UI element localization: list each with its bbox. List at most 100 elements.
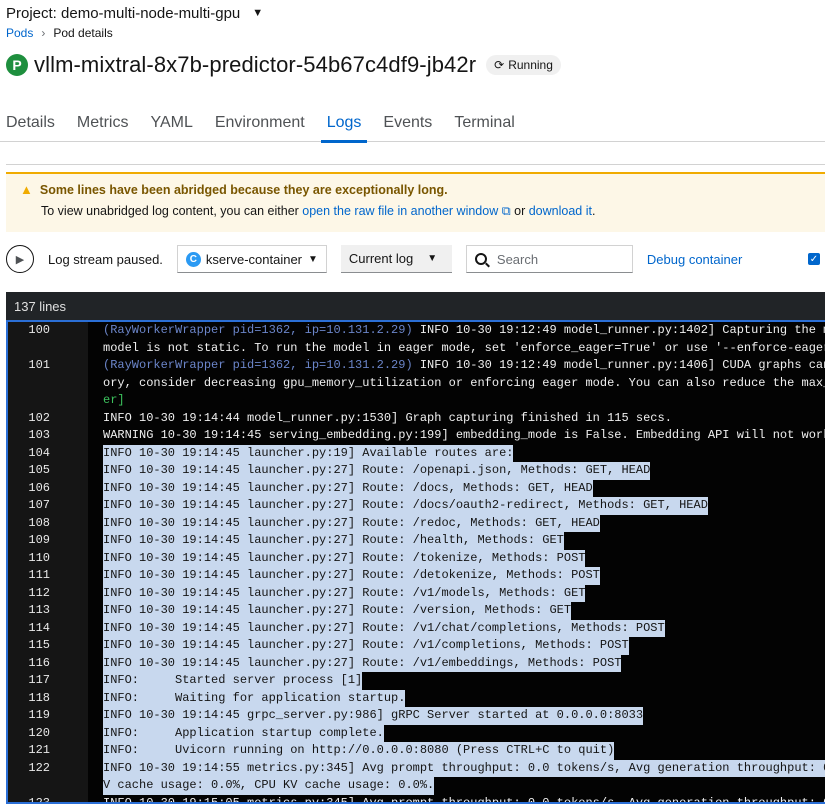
- log-type-select[interactable]: Current log ▼: [340, 245, 452, 273]
- log-text: model is not static. To run the model in…: [103, 340, 825, 355]
- line-number: 121: [28, 743, 50, 757]
- log-text: INFO 10-30 19:14:45 launcher.py:27] Rout…: [103, 567, 600, 585]
- alert-title-text: Some lines have been abridged because th…: [39, 182, 448, 197]
- caret-down-icon: ▼: [252, 7, 264, 19]
- log-message: INFO 10-30 19:14:45 launcher.py:27] Rout…: [103, 655, 622, 670]
- log-message: INFO 10-30 19:14:45 launcher.py:19] Avai…: [103, 445, 514, 460]
- log-line: 115 INFO 10-30 19:14:45 launcher.py:27] R…: [8, 637, 825, 655]
- log-viewer[interactable]: 100 (RayWorkerWrapper pid=1362, ip=10.131…: [6, 320, 825, 804]
- log-text: INFO 10-30 19:14:45 launcher.py:27] Rout…: [103, 584, 586, 602]
- log-toolbar: ▶ Log stream paused. C kserve-container …: [6, 244, 825, 274]
- line-number: 103: [28, 428, 50, 442]
- log-message: INFO 10-30 19:14:45 launcher.py:27] Rout…: [103, 603, 572, 617]
- abridged-warning-alert: ▲ Some lines have been abridged because …: [6, 172, 825, 232]
- wrap-lines-checkbox[interactable]: ✓: [808, 253, 820, 265]
- log-line: 110 INFO 10-30 19:14:45 launcher.py:27] R…: [8, 549, 825, 567]
- log-message: INFO 10-30 19:12:49 model_runner.py:1402…: [412, 323, 825, 337]
- tab-yaml[interactable]: YAML: [144, 104, 198, 142]
- line-number-blank: [8, 777, 88, 795]
- external-link-icon: ⧉: [498, 204, 511, 218]
- play-icon[interactable]: ▶: [6, 245, 34, 273]
- alert-body-suffix: .: [591, 204, 596, 218]
- log-text: INFO: Waiting for application startup.: [103, 689, 406, 707]
- log-line: 117 INFO: Started server process [1]: [8, 672, 825, 690]
- alert-title: ▲ Some lines have been abridged because …: [20, 182, 448, 197]
- tab-metrics[interactable]: Metrics: [71, 104, 135, 142]
- log-message: INFO 10-30 19:14:45 launcher.py:27] Rout…: [103, 620, 665, 635]
- log-message: INFO 10-30 19:14:45 launcher.py:27] Rout…: [103, 480, 593, 495]
- breadcrumb-pods-link[interactable]: Pods: [6, 26, 33, 40]
- log-line: 102 INFO 10-30 19:14:44 model_runner.py:1…: [8, 410, 825, 428]
- log-line: 116 INFO 10-30 19:14:45 launcher.py:27] R…: [8, 654, 825, 672]
- log-text: INFO 10-30 19:15:05 metrics.py:345] Avg …: [88, 795, 825, 804]
- line-number: 120: [28, 725, 50, 740]
- page-title-row: P vllm-mixtral-8x7b-predictor-54b67c4df9…: [6, 52, 561, 78]
- tab-environment[interactable]: Environment: [209, 104, 311, 142]
- log-message: INFO 10-30 19:14:55 metrics.py:345] Avg …: [103, 760, 825, 775]
- line-number: 102: [28, 410, 50, 425]
- tab-terminal[interactable]: Terminal: [448, 104, 520, 142]
- ray-worker-prefix: (RayWorkerWrapper pid=1362, ip=10.131.2.…: [103, 323, 413, 337]
- alert-body-mid: or: [510, 204, 529, 218]
- stream-status: Log stream paused.: [48, 251, 163, 267]
- line-number: 108: [28, 515, 50, 530]
- log-line: 111 INFO 10-30 19:14:45 launcher.py:27] R…: [8, 567, 825, 585]
- log-line-continuation: V cache usage: 0.0%, CPU KV cache usage:…: [8, 777, 825, 795]
- line-number: 117: [28, 673, 50, 687]
- project-selector[interactable]: Project: demo-multi-node-multi-gpu ▼: [6, 3, 263, 23]
- caret-down-icon: ▼: [308, 253, 318, 265]
- log-text: INFO 10-30 19:14:45 grpc_server.py:986] …: [103, 707, 644, 725]
- sync-icon: ⟳: [494, 58, 505, 72]
- log-line: 100 (RayWorkerWrapper pid=1362, ip=10.131…: [8, 322, 825, 340]
- log-message: INFO: Started server process [1]: [103, 673, 363, 687]
- line-number: 105: [28, 463, 50, 477]
- log-text: INFO: Started server process [1]: [103, 672, 363, 690]
- search-input[interactable]: Search: [465, 245, 633, 273]
- log-line-continuation: er]: [103, 393, 125, 407]
- alert-body: To view unabridged log content, you can …: [41, 204, 595, 219]
- breadcrumb-separator: ›: [41, 26, 46, 40]
- log-text: INFO 10-30 19:14:45 launcher.py:27] Rout…: [103, 479, 593, 497]
- project-label: Project: demo-multi-node-multi-gpu: [6, 4, 241, 22]
- log-line: 107 INFO 10-30 19:14:45 launcher.py:27] R…: [8, 497, 825, 515]
- log-text: INFO: Application startup complete.: [103, 724, 384, 742]
- log-text: INFO 10-30 19:14:45 launcher.py:27] Rout…: [103, 549, 586, 567]
- log-message: INFO 10-30 19:15:05 metrics.py:345] Avg …: [103, 795, 825, 804]
- line-count: 137 lines: [14, 298, 67, 314]
- log-message: INFO 10-30 19:14:45 launcher.py:27] Rout…: [103, 515, 600, 530]
- tab-logs[interactable]: Logs: [320, 104, 368, 143]
- breadcrumb: Pods › Pod details: [6, 26, 113, 40]
- caret-down-icon: ▼: [427, 253, 438, 264]
- download-link[interactable]: download it: [529, 204, 592, 218]
- line-number: 123: [28, 795, 50, 804]
- container-icon: C: [185, 251, 201, 267]
- debug-container-link[interactable]: Debug container: [647, 252, 742, 267]
- log-line: 122 INFO 10-30 19:14:55 metrics.py:345] A…: [8, 759, 825, 777]
- line-number: 114: [28, 620, 50, 635]
- log-message: INFO: Waiting for application startup.: [103, 690, 406, 705]
- log-text: (RayWorkerWrapper pid=1362, ip=10.131.2.…: [88, 357, 825, 375]
- log-text: INFO 10-30 19:14:45 launcher.py:27] Rout…: [103, 619, 665, 637]
- tab-details[interactable]: Details: [0, 104, 61, 142]
- container-select[interactable]: C kserve-container ▼: [176, 245, 327, 273]
- line-number: 101: [28, 358, 50, 372]
- ray-worker-prefix: (RayWorkerWrapper pid=1362, ip=10.131.2.…: [103, 358, 413, 372]
- log-line: 103 WARNING 10-30 19:14:45 serving_embedd…: [8, 427, 825, 445]
- log-text: INFO 10-30 19:14:45 launcher.py:19] Avai…: [103, 444, 514, 462]
- container-select-value: kserve-container: [205, 251, 303, 267]
- log-line: 106 INFO 10-30 19:14:45 launcher.py:27] R…: [8, 479, 825, 497]
- line-number: 122: [28, 760, 50, 775]
- log-type-value: Current log: [348, 251, 414, 266]
- open-raw-file-link[interactable]: open the raw file in another window: [302, 204, 498, 218]
- log-line: 109 INFO 10-30 19:14:45 launcher.py:27] R…: [8, 532, 825, 550]
- log-text: INFO 10-30 19:14:44 model_runner.py:1530…: [88, 410, 672, 428]
- search-placeholder: Search: [496, 251, 539, 267]
- log-line: 105 INFO 10-30 19:14:45 launcher.py:27] R…: [8, 462, 825, 480]
- log-line: 113 INFO 10-30 19:14:45 launcher.py:27] R…: [8, 602, 825, 620]
- line-number: 110: [28, 550, 50, 565]
- log-message: INFO 10-30 19:14:45 grpc_server.py:986] …: [103, 708, 644, 722]
- log-line: 119 INFO 10-30 19:14:45 grpc_server.py:98…: [8, 707, 825, 725]
- log-header: 137 lines: [6, 292, 825, 320]
- tab-events[interactable]: Events: [377, 104, 438, 142]
- line-number: 113: [28, 603, 50, 617]
